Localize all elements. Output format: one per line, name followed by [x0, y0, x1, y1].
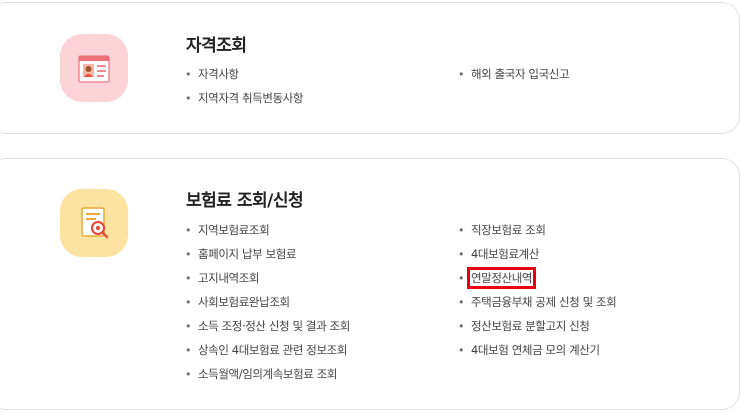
menu-link[interactable]: • 직장보험료 조회 [458, 218, 616, 242]
menu-link[interactable]: • 4대보험료계산 [458, 242, 616, 266]
menu-link[interactable]: • 자격사항 [185, 62, 303, 86]
section-title: 자격조회 [186, 36, 247, 56]
menu-link[interactable]: • 소득월액/임의계속보험료 조회 [185, 362, 350, 386]
menu-link[interactable]: • 사회보험료완납조회 [185, 290, 350, 314]
qualification-card: 자격조회 • 자격사항 • 지역자격 취득변동사항 • 해외 출국자 입국신고 [0, 2, 740, 134]
link-list-left: • 자격사항 • 지역자격 취득변동사항 [185, 62, 303, 110]
menu-link[interactable]: • 지역보험료조회 [185, 218, 350, 242]
highlighted-link[interactable]: 연말정산내역 [466, 267, 537, 289]
menu-link[interactable]: • 고지내역조회 [185, 266, 350, 290]
menu-link[interactable]: • 홈페이지 납부 보험료 [185, 242, 350, 266]
menu-link[interactable]: • 4대보험 연체금 모의 계산기 [458, 338, 616, 362]
menu-link[interactable]: • 정산보험료 분할고지 신청 [458, 314, 616, 338]
link-list-right: • 해외 출국자 입국신고 [458, 62, 570, 86]
menu-link[interactable]: • 해외 출국자 입국신고 [458, 62, 570, 86]
menu-link[interactable]: • 상속인 4대보험료 관련 정보조회 [185, 338, 350, 362]
link-list-right: • 직장보험료 조회 • 4대보험료계산 • 연말정산내역 • 주택금융부채 공제 신청… [458, 218, 617, 362]
link-list-left: • 지역보험료조회 • 홈페이지 납부 보험료 • 고지내역조회 • 사회보험료완납조회… [185, 218, 350, 386]
menu-link-year-end-settlement[interactable]: • 연말정산내역 [458, 266, 616, 290]
menu-link[interactable]: • 소득 조정·정산 신청 및 결과 조회 [185, 314, 350, 338]
menu-link[interactable]: • 주택금융부채 공제 신청 및 조회 [458, 290, 617, 314]
document-search-icon [60, 189, 128, 257]
id-card-icon [60, 34, 128, 102]
section-title: 보험료 조회/신청 [186, 191, 304, 211]
premium-card: 보험료 조회/신청 • 지역보험료조회 • 홈페이지 납부 보험료 • 고지내역조회 … [0, 158, 740, 410]
menu-link[interactable]: • 지역자격 취득변동사항 [185, 86, 303, 110]
